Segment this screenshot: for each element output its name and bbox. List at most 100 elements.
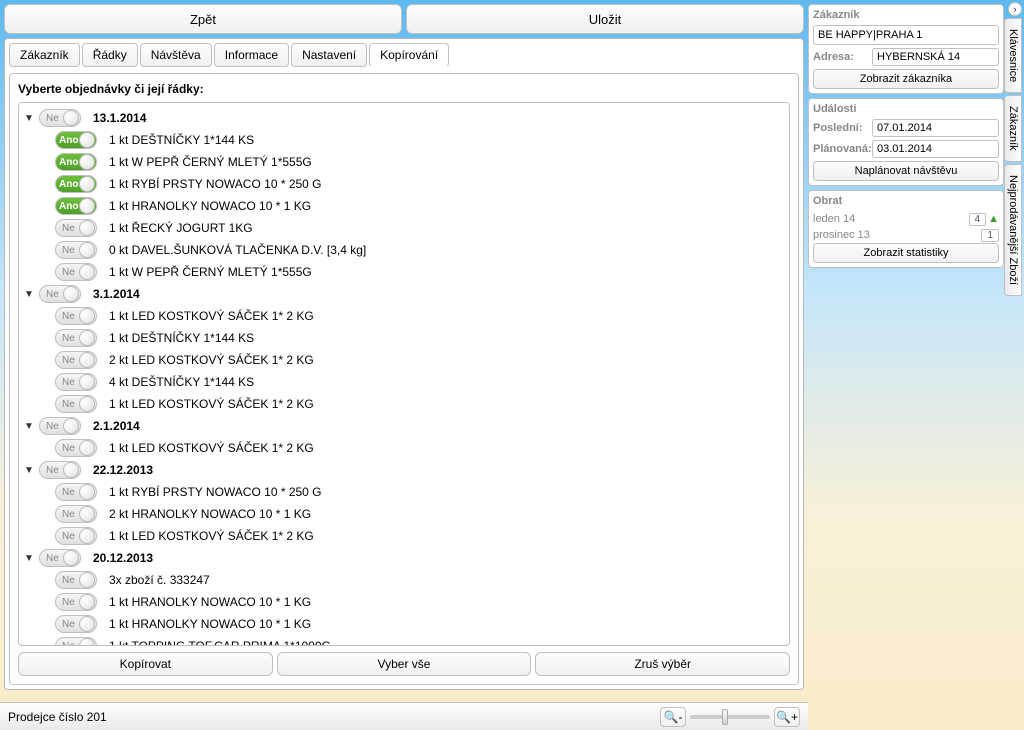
item-text: 1 kt HRANOLKY NOWACO 10 * 1 KG — [109, 595, 311, 609]
chevron-right-icon: › — [1014, 4, 1017, 14]
chevron-down-icon[interactable]: ▼ — [23, 421, 35, 432]
list-item: Ne 1 kt LED KOSTKOVÝ SÁČEK 1* 2 KG — [23, 305, 785, 327]
item-toggle[interactable]: Ne — [55, 593, 97, 611]
group-toggle[interactable]: Ne — [39, 285, 81, 303]
tab-informace[interactable]: Informace — [214, 43, 289, 67]
tab-řádky[interactable]: Řádky — [82, 43, 138, 67]
item-toggle[interactable]: Ne — [55, 219, 97, 237]
item-toggle[interactable]: Ne — [55, 263, 97, 281]
item-toggle[interactable]: Ne — [55, 241, 97, 259]
item-text: 1 kt HRANOLKY NOWACO 10 * 1 KG — [109, 199, 311, 213]
group-toggle[interactable]: Ne — [39, 109, 81, 127]
tab-bar: ZákazníkŘádkyNávštěvaInformaceNastaveníK… — [9, 43, 799, 67]
item-toggle[interactable]: Ano — [55, 131, 97, 149]
item-toggle[interactable]: Ne — [55, 637, 97, 646]
group-toggle[interactable]: Ne — [39, 417, 81, 435]
customer-title: Zákazník — [813, 9, 999, 21]
show-stats-button[interactable]: Zobrazit statistiky — [813, 243, 999, 263]
chevron-down-icon[interactable]: ▼ — [23, 289, 35, 300]
zoom-out-button[interactable]: 🔍‑ — [660, 707, 686, 727]
item-toggle[interactable]: Ne — [55, 571, 97, 589]
list-item: Ano 1 kt W PEPŘ ČERNÝ MLETÝ 1*555G — [23, 151, 785, 173]
item-toggle[interactable]: Ne — [55, 483, 97, 501]
item-toggle[interactable]: Ne — [55, 395, 97, 413]
group-header: ▼ Ne 13.1.2014 — [23, 107, 785, 129]
planned-value: 03.01.2014 — [872, 140, 999, 158]
show-customer-button[interactable]: Zobrazit zákazníka — [813, 69, 999, 89]
save-button[interactable]: Uložit — [406, 4, 804, 34]
item-text: 1 kt LED KOSTKOVÝ SÁČEK 1* 2 KG — [109, 397, 314, 411]
tab-návštěva[interactable]: Návštěva — [140, 43, 212, 67]
item-text: 1 kt DEŠTNÍČKY 1*144 KS — [109, 331, 254, 345]
obrat-panel: Obrat leden 144▲prosinec 131 Zobrazit st… — [808, 190, 1004, 268]
copy-button[interactable]: Kopírovat — [18, 652, 273, 676]
cancel-selection-button[interactable]: Zruš výběr — [535, 652, 790, 676]
chevron-down-icon[interactable]: ▼ — [23, 553, 35, 564]
tab-kopírování[interactable]: Kopírování — [369, 43, 449, 67]
group-toggle[interactable]: Ne — [39, 461, 81, 479]
list-item: Ne 1 kt LED KOSTKOVÝ SÁČEK 1* 2 KG — [23, 393, 785, 415]
item-toggle[interactable]: Ano — [55, 197, 97, 215]
group-date: 13.1.2014 — [93, 111, 146, 125]
group-date: 2.1.2014 — [93, 419, 140, 433]
tab-nastavení[interactable]: Nastavení — [291, 43, 367, 67]
zoom-in-button[interactable]: 🔍+ — [774, 707, 800, 727]
list-item: Ne 1 kt HRANOLKY NOWACO 10 * 1 KG — [23, 613, 785, 635]
item-toggle[interactable]: Ne — [55, 505, 97, 523]
item-text: 2 kt LED KOSTKOVÝ SÁČEK 1* 2 KG — [109, 353, 314, 367]
item-text: 1 kt LED KOSTKOVÝ SÁČEK 1* 2 KG — [109, 309, 314, 323]
list-item: Ne 1 kt DEŠTNÍČKY 1*144 KS — [23, 327, 785, 349]
right-tab[interactable]: Klávesnice — [1004, 18, 1022, 93]
right-tab[interactable]: Zákazník — [1004, 95, 1022, 162]
right-tab[interactable]: Nejprodávanější Zboží — [1004, 164, 1022, 296]
select-all-button[interactable]: Vyber vše — [277, 652, 532, 676]
group-header: ▼Ne22.12.2013 — [23, 459, 785, 481]
item-text: 1 kt RYBÍ PRSTY NOWACO 10 * 250 G — [109, 177, 322, 191]
chevron-down-icon[interactable]: ▼ — [23, 113, 35, 124]
right-tabs-close-button[interactable]: › — [1008, 2, 1022, 16]
item-toggle[interactable]: Ne — [55, 527, 97, 545]
customer-panel: Zákazník BE HAPPY|PRAHA 1 Adresa: HYBERN… — [808, 4, 1004, 94]
item-text: 1 kt W PEPŘ ČERNÝ MLETÝ 1*555G — [109, 155, 312, 169]
item-toggle[interactable]: Ne — [55, 329, 97, 347]
copy-panel: Vyberte objednávky či její řádky: ▼Ne13.… — [9, 73, 799, 685]
zoom-out-icon: 🔍‑ — [664, 710, 683, 724]
group-toggle[interactable]: Ne — [39, 549, 81, 567]
zoom-in-icon: 🔍+ — [776, 710, 798, 724]
obrat-label: prosinec 13 — [813, 229, 870, 241]
obrat-label: leden 14 — [813, 213, 855, 225]
zoom-handle[interactable] — [722, 709, 728, 725]
last-label: Poslední: — [813, 122, 868, 134]
item-toggle[interactable]: Ano — [55, 175, 97, 193]
order-list[interactable]: ▼ Ne 13.1.2014 Ano 1 kt DEŠTNÍČKY 1*144 KS An… — [18, 102, 790, 646]
item-text: 2 kt HRANOLKY NOWACO 10 * 1 KG — [109, 507, 311, 521]
status-text: Prodejce číslo 201 — [8, 710, 107, 724]
back-button[interactable]: Zpět — [4, 4, 402, 34]
item-toggle[interactable]: Ne — [55, 373, 97, 391]
item-toggle[interactable]: Ne — [55, 307, 97, 325]
item-text: 0 kt DAVEL.ŠUNKOVÁ TLAČENKA D.V. [3,4 kg… — [109, 243, 366, 257]
item-text: 1 kt ŘECKÝ JOGURT 1KG — [109, 221, 253, 235]
item-toggle[interactable]: Ne — [55, 615, 97, 633]
group-header: ▼ Ne 2.1.2014 — [23, 415, 785, 437]
list-item: Ne1 kt RYBÍ PRSTY NOWACO 10 * 250 G — [23, 481, 785, 503]
list-item: Ne1 kt W PEPŘ ČERNÝ MLETÝ 1*555G — [23, 261, 785, 283]
trend-up-icon: ▲ — [988, 213, 999, 225]
list-item: Ne 3x zboží č. 333247 — [23, 569, 785, 591]
content-panel: ZákazníkŘádkyNávštěvaInformaceNastaveníK… — [4, 38, 804, 690]
tab-zákazník[interactable]: Zákazník — [9, 43, 80, 67]
plan-visit-button[interactable]: Naplánovat návštěvu — [813, 161, 999, 181]
statusbar: Prodejce číslo 201 🔍‑ 🔍+ — [0, 702, 808, 730]
item-toggle[interactable]: Ne — [55, 351, 97, 369]
zoom-slider[interactable] — [690, 715, 770, 719]
item-text: 1 kt HRANOLKY NOWACO 10 * 1 KG — [109, 617, 311, 631]
events-panel: Události Poslední: 07.01.2014 Plánovaná:… — [808, 98, 1004, 186]
item-toggle[interactable]: Ne — [55, 439, 97, 457]
chevron-down-icon[interactable]: ▼ — [23, 465, 35, 476]
item-text: 1 kt DEŠTNÍČKY 1*144 KS — [109, 133, 254, 147]
item-toggle[interactable]: Ano — [55, 153, 97, 171]
item-text: 1 kt LED KOSTKOVÝ SÁČEK 1* 2 KG — [109, 529, 314, 543]
group-header: ▼Ne3.1.2014 — [23, 283, 785, 305]
item-text: 3x zboží č. 333247 — [109, 573, 210, 587]
address-value: HYBERNSKÁ 14 — [872, 48, 999, 66]
